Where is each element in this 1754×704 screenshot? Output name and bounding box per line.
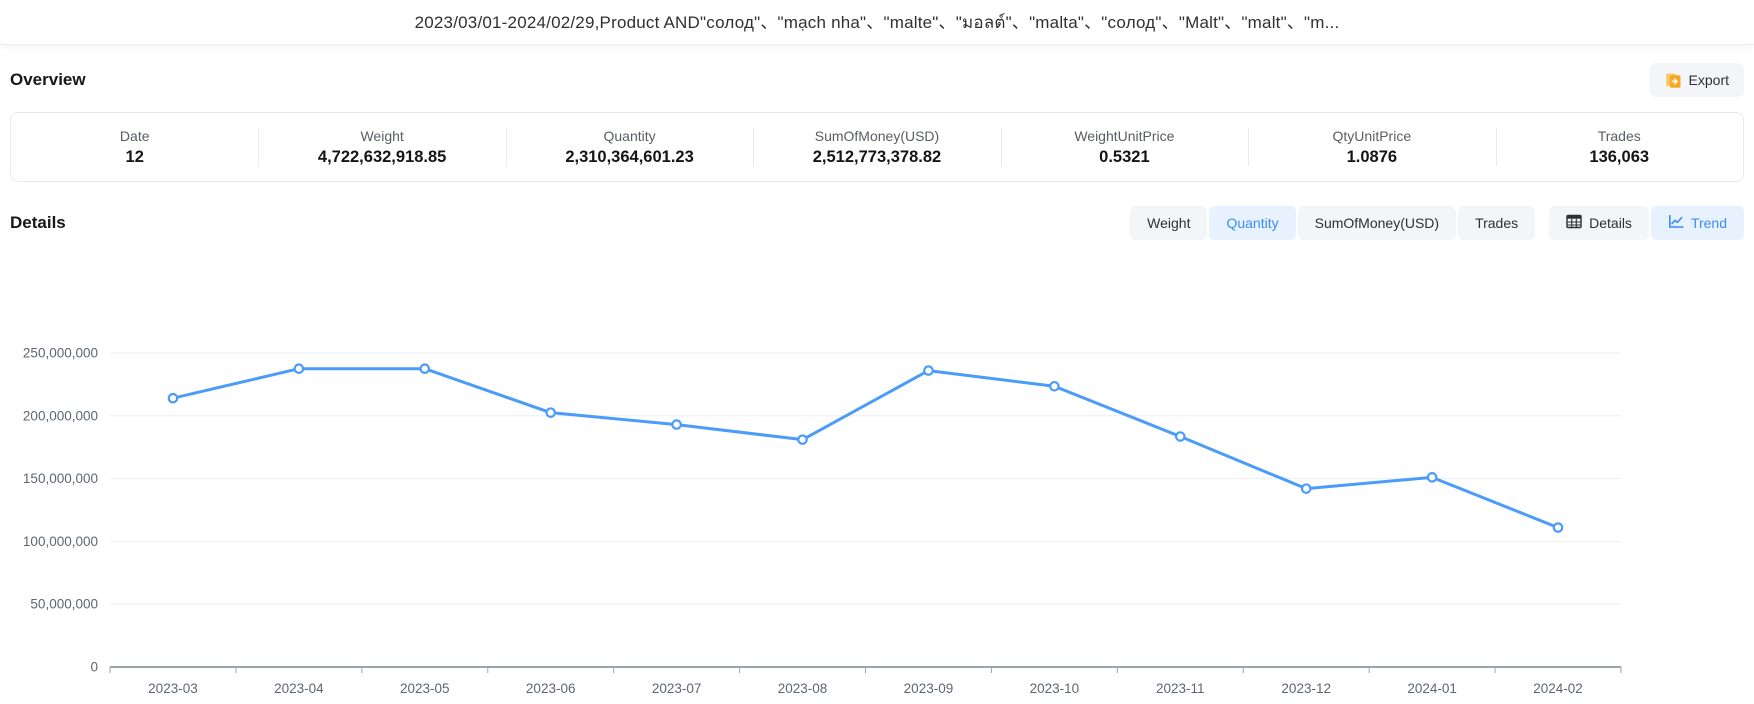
chart-controls: Weight Quantity SumOfMoney(USD) Trades [1130,206,1744,240]
tab-details-view[interactable]: Details [1549,206,1649,240]
svg-text:100,000,000: 100,000,000 [23,534,98,549]
overview-header-row: Overview Export [10,61,1744,99]
svg-text:2023-04: 2023-04 [274,681,324,696]
stat-qty-unit-price: QtyUnitPrice 1.0876 [1248,113,1495,181]
trend-chart: 0 50,000,000 100,000,000 150,000,000 200,000… [10,254,1744,699]
title-bar: 2023/03/01-2024/02/29,Product AND"солод"… [0,0,1754,45]
stat-label: WeightUnitPrice [1074,128,1174,144]
overview-stats-card: Date 12 Weight 4,722,632,918.85 Quantity… [10,112,1744,182]
svg-text:2023-03: 2023-03 [148,681,198,696]
stat-weight: Weight 4,722,632,918.85 [258,113,505,181]
stat-value: 136,063 [1589,148,1649,167]
stat-value: 2,310,364,601.23 [565,148,693,167]
view-tab-group: Details Trend [1549,206,1744,240]
stat-value: 2,512,773,378.82 [813,148,941,167]
stat-value: 4,722,632,918.85 [318,148,446,167]
stat-date: Date 12 [11,113,258,181]
svg-text:2024-01: 2024-01 [1407,681,1457,696]
tab-details-label: Details [1589,215,1632,231]
stat-value: 1.0876 [1347,148,1397,167]
export-button-label: Export [1689,63,1729,97]
svg-text:0: 0 [90,660,98,675]
tab-weight[interactable]: Weight [1130,206,1207,240]
app-window: 2023/03/01-2024/02/29,Product AND"солод"… [0,0,1754,704]
svg-text:250,000,000: 250,000,000 [23,346,98,361]
tab-sum-of-money[interactable]: SumOfMoney(USD) [1298,206,1456,240]
stat-quantity: Quantity 2,310,364,601.23 [506,113,753,181]
stat-label: Quantity [603,128,655,144]
trend-chart-svg: 0 50,000,000 100,000,000 150,000,000 200,000… [10,254,1744,699]
svg-text:2023-07: 2023-07 [652,681,702,696]
stat-value: 12 [126,148,144,167]
tab-trades[interactable]: Trades [1458,206,1535,240]
stat-label: QtyUnitPrice [1333,128,1412,144]
export-button[interactable]: Export [1650,63,1744,97]
table-icon [1566,214,1582,232]
svg-text:200,000,000: 200,000,000 [23,408,98,423]
svg-text:2023-05: 2023-05 [400,681,450,696]
svg-text:2023-11: 2023-11 [1156,681,1205,696]
tab-trend-view[interactable]: Trend [1651,206,1744,240]
details-header-row: Details Weight Quantity SumOfMoney(USD) … [10,206,1744,240]
svg-text:2023-09: 2023-09 [904,681,954,696]
details-heading: Details [10,213,66,233]
svg-text:2023-08: 2023-08 [778,681,828,696]
export-file-icon [1665,72,1682,89]
svg-text:2023-12: 2023-12 [1281,681,1331,696]
svg-text:2023-10: 2023-10 [1030,681,1080,696]
stat-weight-unit-price: WeightUnitPrice 0.5321 [1001,113,1248,181]
stat-trades: Trades 136,063 [1496,113,1743,181]
trend-icon [1668,214,1684,232]
svg-text:2023-06: 2023-06 [526,681,576,696]
svg-text:150,000,000: 150,000,000 [23,471,98,486]
svg-text:50,000,000: 50,000,000 [30,597,98,612]
svg-text:2024-02: 2024-02 [1533,681,1583,696]
stat-label: Trades [1598,128,1641,144]
stat-label: SumOfMoney(USD) [815,128,939,144]
page-content: Overview Export Date 12 Weight [0,61,1754,699]
stat-label: Weight [360,128,403,144]
tab-trend-label: Trend [1691,215,1727,231]
search-query-title: 2023/03/01-2024/02/29,Product AND"солод"… [415,8,1340,36]
stat-value: 0.5321 [1099,148,1149,167]
tab-quantity[interactable]: Quantity [1209,206,1295,240]
metric-tab-group: Weight Quantity SumOfMoney(USD) Trades [1130,206,1535,240]
overview-heading: Overview [10,70,86,90]
stat-label: Date [120,128,150,144]
stat-sum-of-money: SumOfMoney(USD) 2,512,773,378.82 [753,113,1000,181]
